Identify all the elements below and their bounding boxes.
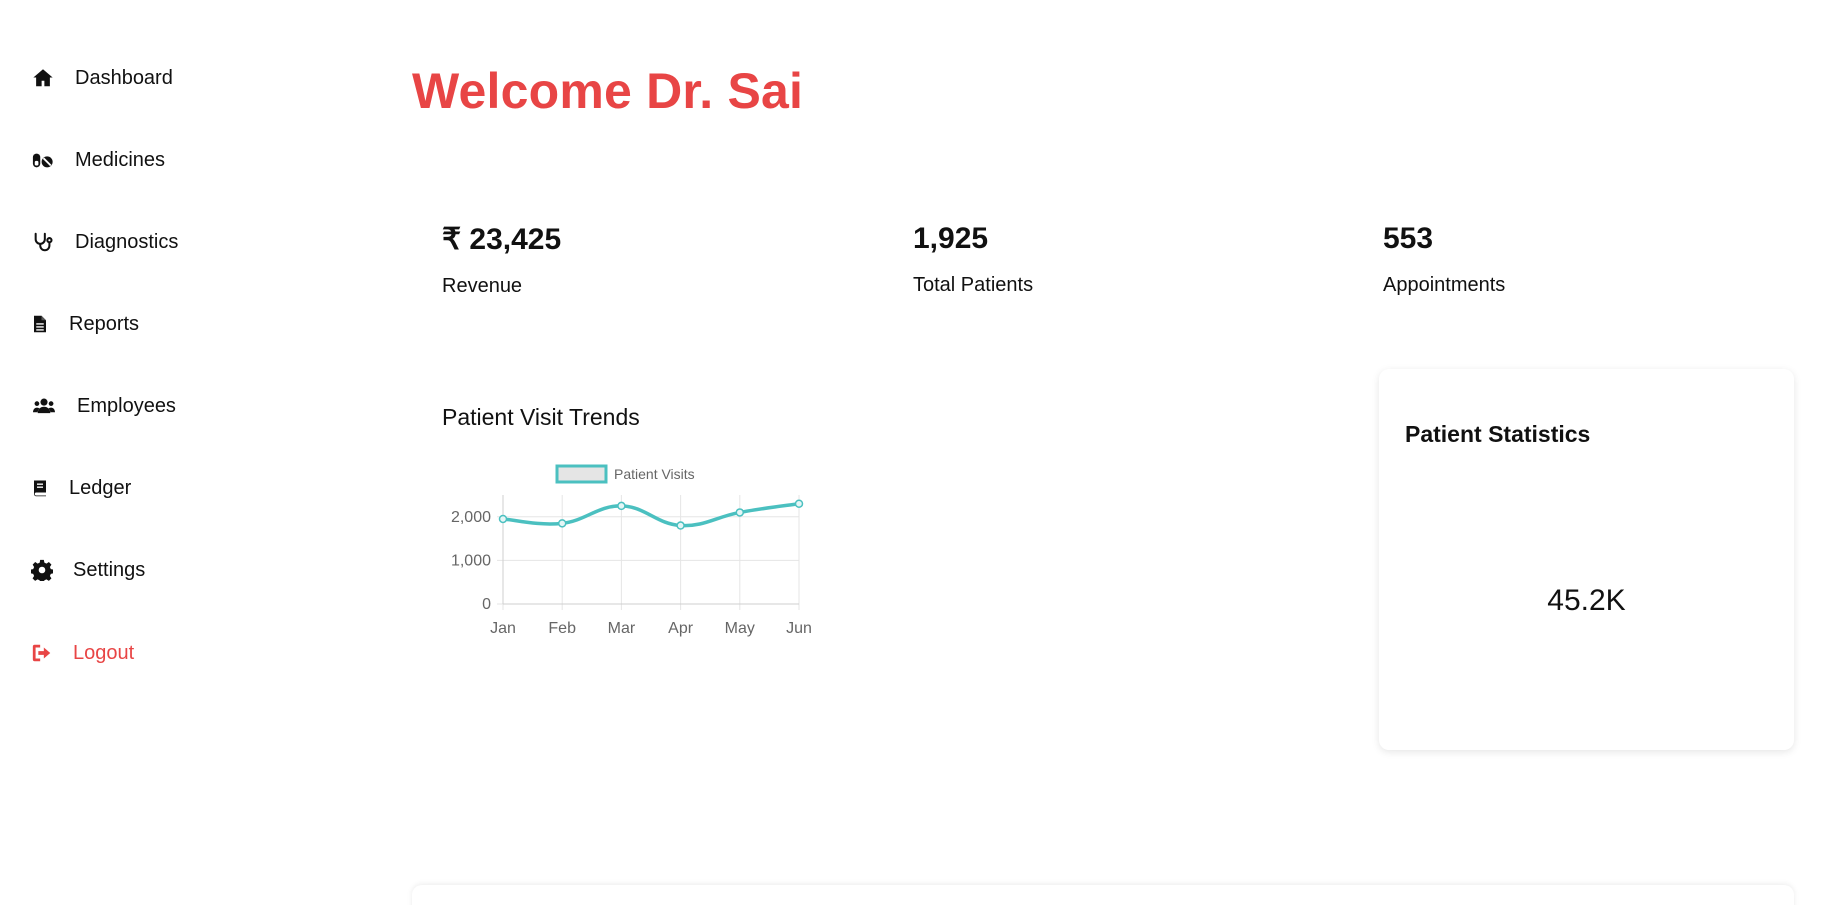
patient-visits-chart: 0 1,000 2,000 Jan Feb Mar Apr May Jun Patient Vis… (451, 464, 812, 637)
users-icon (31, 394, 57, 418)
stethoscope-icon (31, 230, 55, 254)
stat-value: 1,925 (913, 222, 989, 255)
stat-label: Appointments (1383, 274, 1506, 296)
stat-label: Total Patients (913, 274, 1034, 296)
x-tick-label: Jan (490, 620, 516, 637)
sidebar-item-label: Diagnostics (75, 230, 179, 253)
book-icon (31, 476, 49, 500)
gear-icon (31, 558, 53, 582)
x-tick-label: May (725, 620, 755, 637)
legend-swatch (555, 464, 608, 484)
page-title: Welcome Dr. Sai (412, 63, 804, 119)
y-tick-label: 2,000 (451, 509, 491, 526)
stat-total-patients: 1,925 Total Patients (913, 222, 1033, 297)
series-line-patient-visits (502, 501, 800, 528)
sidebar-item-logout[interactable]: Logout (31, 641, 134, 665)
sidebar-item-label: Ledger (69, 476, 132, 499)
stat-appointments: 553 Appointments (1383, 222, 1505, 297)
sidebar-item-dashboard[interactable]: Dashboard (31, 66, 173, 90)
data-point (617, 501, 626, 511)
sidebar: Dashboard Medicines Diagnostics Reports … (0, 0, 330, 905)
data-point (794, 499, 804, 508)
sidebar-item-settings[interactable]: Settings (31, 558, 145, 582)
sidebar-item-ledger[interactable]: Ledger (31, 476, 131, 500)
stat-value: 553 (1383, 222, 1434, 255)
data-point (557, 519, 567, 528)
data-point (498, 514, 508, 524)
card-title: Patient Statistics (1405, 421, 1591, 447)
data-point (735, 508, 745, 517)
sidebar-item-medicines[interactable]: Medicines (31, 148, 165, 172)
sidebar-item-label: Logout (73, 641, 135, 664)
sidebar-item-employees[interactable]: Employees (31, 394, 176, 418)
card-value: 45.2K (1547, 584, 1626, 617)
x-tick-label: Apr (668, 620, 694, 637)
sidebar-item-label: Reports (69, 312, 140, 335)
sidebar-item-reports[interactable]: Reports (31, 312, 139, 336)
bottom-card (412, 885, 1794, 905)
data-point (676, 521, 685, 530)
patient-statistics-card: Patient Statistics 45.2K (1379, 369, 1794, 750)
file-icon (31, 312, 49, 336)
sidebar-item-label: Dashboard (75, 66, 173, 89)
logout-icon (31, 641, 53, 665)
pills-icon (31, 148, 55, 172)
home-icon (31, 66, 55, 90)
x-tick-label: Mar (608, 620, 636, 637)
y-tick-label: 1,000 (451, 552, 491, 569)
stat-revenue: ₹ 23,425 Revenue (442, 222, 561, 298)
chart-title: Patient Visit Trends (442, 404, 640, 430)
stat-value: ₹ 23,425 (442, 223, 562, 256)
sidebar-item-label: Settings (73, 558, 146, 581)
legend-label: Patient Visits (614, 466, 695, 482)
x-tick-label: Feb (548, 620, 576, 637)
y-tick-label: 0 (482, 596, 491, 613)
sidebar-item-label: Medicines (75, 148, 166, 171)
sidebar-item-label: Employees (77, 394, 176, 417)
x-tick-label: Jun (786, 620, 812, 637)
sidebar-item-diagnostics[interactable]: Diagnostics (31, 230, 178, 254)
stat-label: Revenue (442, 275, 523, 297)
